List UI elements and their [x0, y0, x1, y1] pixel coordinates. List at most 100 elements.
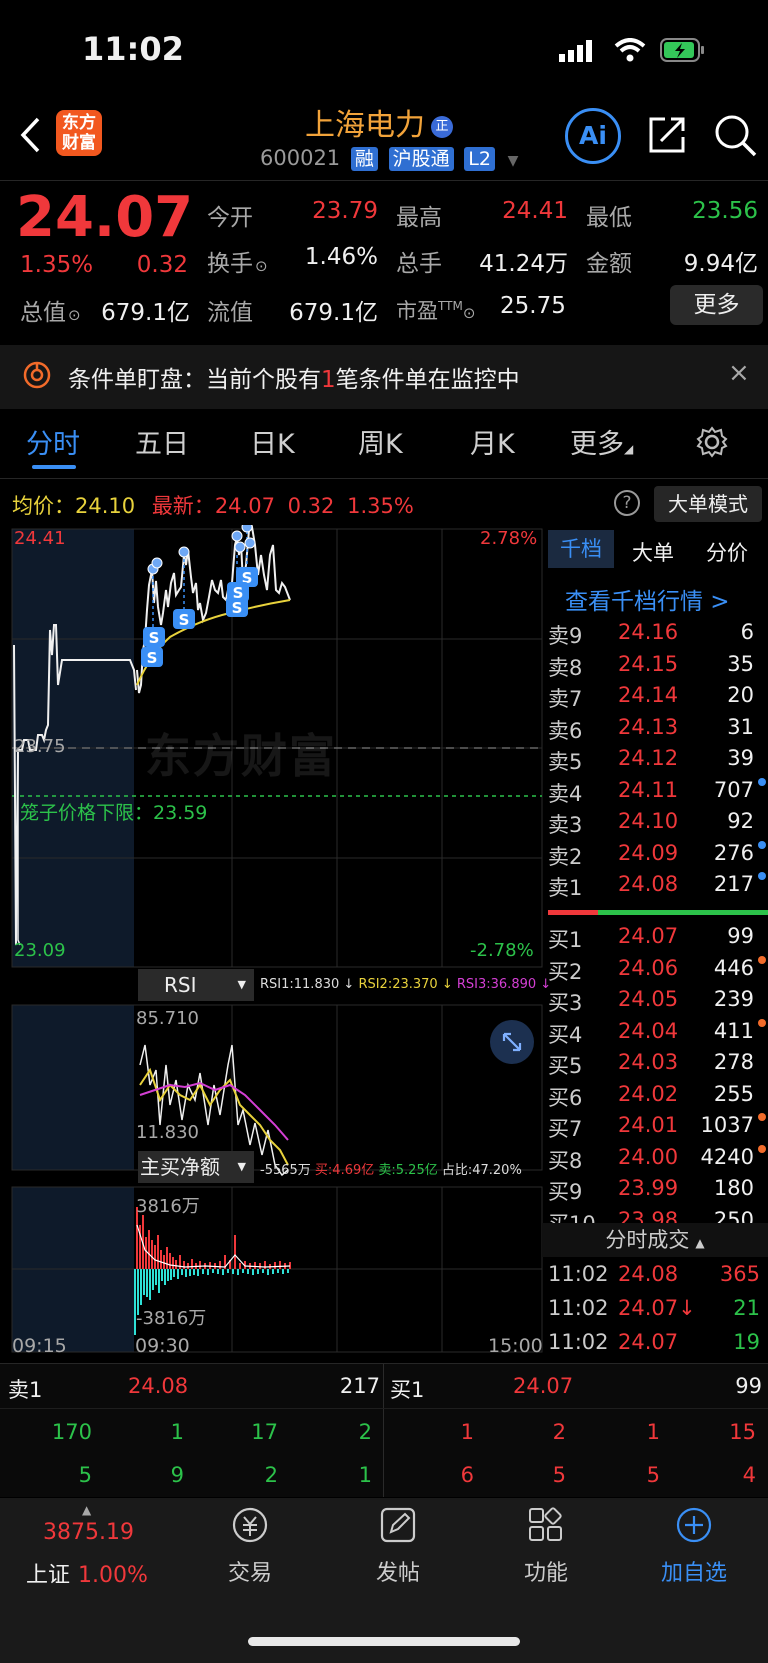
tab-more[interactable]: 更多◢	[570, 422, 633, 461]
ob-flag-dot	[758, 872, 766, 880]
bid-row[interactable]: 买2 24.06 446	[548, 955, 768, 987]
bid-volume: 180	[713, 1176, 754, 1200]
queue-sell-item: 1	[170, 1420, 184, 1444]
ob-flag-dot	[758, 955, 766, 964]
low-label: 最低	[586, 205, 632, 231]
ask-label: 卖1	[548, 876, 583, 900]
ask-row[interactable]: 卖3 24.10 92	[548, 809, 768, 840]
badge-margin: 融	[350, 147, 378, 171]
ob-tab-depth[interactable]: 千档	[548, 530, 614, 568]
open-value: 23.79	[312, 198, 378, 224]
queue-buy-item: 5	[552, 1463, 566, 1487]
nav-post[interactable]: 发帖	[323, 1505, 473, 1587]
ask-row[interactable]: 卖2 24.09 276	[548, 840, 768, 872]
ask-volume: 217	[713, 872, 754, 896]
stock-code: 600021	[260, 146, 341, 170]
index-arrow-icon: ▲	[82, 1503, 92, 1517]
bid-label: 买8	[548, 1148, 583, 1173]
queue-sell-vol: 217	[339, 1374, 380, 1398]
queue-buy-label: 买1	[390, 1378, 425, 1402]
trade-row: 11:02 24.08 365	[548, 1262, 768, 1293]
ask-row[interactable]: 卖7 24.14 20	[548, 683, 768, 714]
ob-flag-dot	[758, 1144, 766, 1153]
bid-row[interactable]: 买1 24.07 99	[548, 924, 768, 955]
ob-depth-link[interactable]: 查看千档行情 >	[565, 582, 730, 616]
bid-row[interactable]: 买3 24.05 239	[548, 987, 768, 1018]
nav-functions[interactable]: 功能	[471, 1505, 621, 1587]
volume-label: 总手	[396, 251, 442, 277]
ask-price: 24.09	[618, 840, 679, 865]
search-icon[interactable]	[713, 113, 757, 161]
ask-price: 24.16	[618, 620, 679, 644]
ask-row[interactable]: 卖1 24.08 217	[548, 872, 768, 903]
ask-row[interactable]: 卖4 24.11 707	[548, 777, 768, 809]
big-order-mode-button[interactable]: 大单模式	[654, 486, 762, 522]
close-icon[interactable]: ×	[728, 358, 750, 388]
queue-row-divider	[0, 1408, 768, 1409]
mcap-value: 679.1亿	[101, 300, 190, 326]
intraday-chart[interactable]: S S S S S S	[0, 525, 545, 1355]
badge-l2: L2	[464, 147, 495, 171]
tab-intraday[interactable]: 分时	[26, 422, 80, 461]
settings-icon[interactable]	[695, 425, 729, 463]
bid-row[interactable]: 买7 24.01 1037	[548, 1113, 768, 1144]
ask-volume: 276	[713, 840, 754, 865]
bid-row[interactable]: 买9 23.99 180	[548, 1176, 768, 1207]
svg-text:S: S	[149, 629, 160, 647]
back-icon[interactable]	[18, 115, 42, 159]
ask-row[interactable]: 卖9 24.16 6	[548, 620, 768, 651]
queue-sell-item: 2	[358, 1420, 372, 1444]
ask-row[interactable]: 卖8 24.15 35	[548, 652, 768, 683]
queue-sell-item: 5	[78, 1463, 92, 1487]
help-icon[interactable]: ?	[614, 490, 640, 516]
ask-row[interactable]: 卖6 24.13 31	[548, 715, 768, 746]
volume-value: 41.24万	[479, 251, 568, 277]
bid-volume: 1037	[700, 1113, 754, 1137]
share-icon[interactable]	[647, 115, 687, 159]
trade-row: 11:02 24.07↓ 21	[548, 1296, 768, 1327]
svg-text:S: S	[233, 584, 244, 602]
ob-tab-bigorder[interactable]: 大单	[632, 537, 674, 567]
price-line	[136, 525, 291, 694]
time-close: 15:00	[488, 1335, 543, 1357]
rsi-select[interactable]: RSI ▼	[138, 969, 254, 1001]
notice-text[interactable]: 条件单盯盘：当前个股有1笔条件单在监控中	[68, 360, 520, 394]
bid-price: 24.01	[618, 1113, 679, 1137]
index-value[interactable]: 3875.19	[43, 1520, 134, 1545]
ask-price: 24.15	[618, 651, 679, 676]
nav-trade[interactable]: 交易	[175, 1505, 325, 1587]
ai-button[interactable]: Ai	[565, 108, 621, 164]
tab-indicator	[32, 465, 76, 469]
queue-sell-item: 1	[358, 1463, 372, 1487]
mainbuy-bottom: -3816万	[136, 1308, 207, 1329]
bid-row[interactable]: 买4 24.04 411	[548, 1018, 768, 1050]
trade-time: 11:02	[548, 1296, 609, 1320]
index-name-row[interactable]: 上证 1.00%	[26, 1557, 148, 1589]
more-button[interactable]: 更多	[670, 285, 763, 325]
chart-info: 均价：24.10 最新：24.07 0.32 1.35%	[12, 494, 414, 518]
bid-row[interactable]: 买6 24.02 255	[548, 1082, 768, 1113]
queue-sell-item: 2	[264, 1463, 278, 1487]
ob-tab-price[interactable]: 分价	[706, 537, 748, 567]
tab-daily[interactable]: 日K	[250, 422, 295, 461]
dropdown-icon[interactable]: ▼	[508, 153, 519, 169]
ask-row[interactable]: 卖5 24.12 39	[548, 746, 768, 777]
ask-volume: 39	[727, 746, 754, 770]
float-value: 679.1亿	[289, 300, 378, 326]
trades-header[interactable]: 分时成交 ▲	[542, 1223, 768, 1257]
tab-monthly[interactable]: 月K	[470, 422, 515, 461]
expand-icon[interactable]	[490, 1020, 534, 1064]
tab-weekly[interactable]: 周K	[358, 422, 403, 461]
ask-label: 卖5	[548, 750, 583, 774]
queue-divider	[383, 1364, 384, 1497]
bid-price: 24.05	[618, 987, 679, 1011]
bid-row[interactable]: 买5 24.03 278	[548, 1050, 768, 1081]
queue-buy-item: 4	[742, 1463, 756, 1487]
tab-5day[interactable]: 五日	[135, 422, 189, 461]
ask-price: 24.14	[618, 683, 679, 707]
nav-add-watchlist[interactable]: 加自选	[619, 1505, 768, 1587]
mainbuy-select[interactable]: 主买净额 ▼	[138, 1151, 254, 1183]
bid-price: 24.04	[618, 1018, 679, 1043]
bid-row[interactable]: 买8 24.00 4240	[548, 1144, 768, 1176]
open-label: 今开	[207, 205, 253, 231]
